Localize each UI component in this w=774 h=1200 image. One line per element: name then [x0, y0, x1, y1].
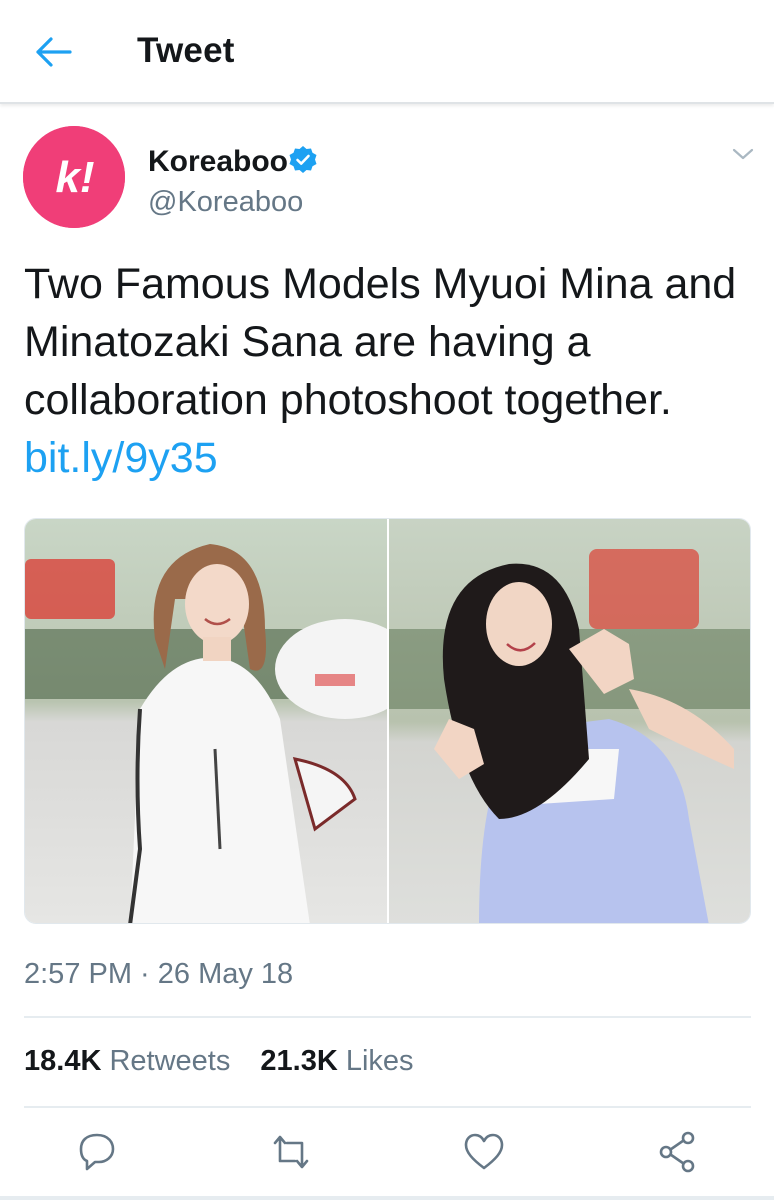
reply-icon — [79, 1133, 115, 1171]
svg-text:k!: k! — [55, 153, 94, 202]
koreaboo-logo: k! — [23, 126, 125, 228]
share-button[interactable] — [648, 1125, 708, 1179]
tweet-media — [24, 518, 751, 924]
tweet-text: Two Famous Models Myuoi Mina and Minatoz… — [24, 260, 737, 424]
tweet-actions — [0, 1125, 774, 1185]
author-display-name[interactable]: Koreaboo — [148, 145, 288, 179]
arrow-left-icon — [36, 37, 72, 67]
likes-stat[interactable]: 21.3K Likes — [260, 1045, 413, 1078]
share-icon — [659, 1131, 695, 1173]
tweet-stats: 18.4K Retweets 21.3K Likes — [24, 1045, 436, 1078]
divider — [24, 1106, 751, 1108]
verified-badge-icon — [288, 145, 318, 175]
divider — [24, 1016, 751, 1018]
likes-label: Likes — [345, 1045, 414, 1077]
top-app-bar: Tweet — [0, 0, 774, 104]
like-button[interactable] — [454, 1125, 514, 1179]
retweets-stat[interactable]: 18.4K Retweets — [24, 1045, 230, 1078]
page-title: Tweet — [137, 31, 235, 70]
media-photo-right[interactable] — [389, 519, 750, 923]
retweet-button[interactable] — [261, 1125, 321, 1179]
retweet-icon — [273, 1135, 309, 1169]
like-icon — [464, 1133, 504, 1170]
tweet-timestamp: 2:57 PM · 26 May 18 — [24, 958, 294, 990]
chevron-down-icon — [732, 148, 754, 160]
likes-count: 21.3K — [260, 1045, 338, 1077]
avatar[interactable]: k! — [23, 126, 125, 228]
author-handle[interactable]: @Koreaboo — [148, 186, 303, 219]
reply-button[interactable] — [67, 1125, 127, 1179]
bottom-border — [0, 1196, 774, 1200]
media-photo-left[interactable] — [25, 519, 387, 923]
back-button[interactable] — [30, 32, 78, 72]
retweets-count: 18.4K — [24, 1045, 102, 1077]
more-options-button[interactable] — [730, 144, 756, 164]
retweets-label: Retweets — [109, 1045, 231, 1077]
tweet-link[interactable]: bit.ly/9y35 — [24, 429, 218, 487]
